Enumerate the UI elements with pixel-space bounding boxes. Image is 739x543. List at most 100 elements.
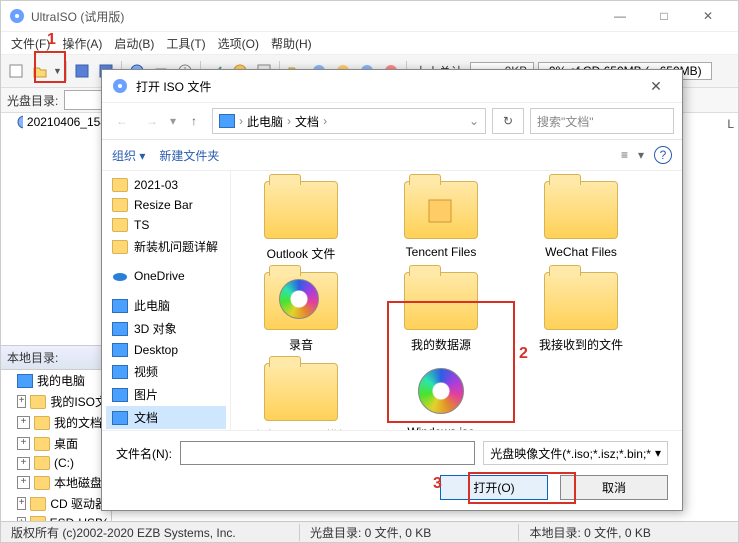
folder-icon [544,272,618,330]
folder-icon [112,218,128,232]
organize-menu[interactable]: 组织 ▾ [112,147,145,164]
menu-tool[interactable]: 工具(T) [162,35,209,52]
disk-dir-label: 光盘目录: [7,92,58,109]
file-filter-dropdown[interactable]: 光盘映像文件(*.iso;*.isz;*.bin;*▾ [483,441,668,465]
side-item[interactable]: 视频 [106,360,226,383]
open-confirm-button[interactable]: 打开(O) [440,475,548,500]
filename-input[interactable] [180,441,475,465]
dialog-close-button[interactable]: ✕ [640,72,672,100]
file-item[interactable]: 自定义 Office 模板 [241,363,361,430]
pc-icon [112,299,128,313]
folder-icon [264,181,338,239]
menu-action[interactable]: 操作(A) [58,35,106,52]
help-button[interactable]: ? [654,146,672,164]
side-item-thispc[interactable]: 此电脑 [106,294,226,317]
top-image-item[interactable]: 20210406_154 [1,113,111,131]
folder-icon [264,363,338,421]
side-item[interactable]: TS [106,215,226,235]
side-item[interactable]: 图片 [106,383,226,406]
side-item[interactable]: 新装机问题详解 [106,235,226,258]
dialog-title: 打开 ISO 文件 [136,78,211,95]
folder-icon [112,240,128,254]
open-dialog: 打开 ISO 文件 ✕ ← → ▾ ↑ › 此电脑 › 文档 › ⌄ ↻ 搜索"… [101,69,683,511]
tree-c[interactable]: +(C:) [1,454,111,472]
nav-up-button[interactable]: ↑ [182,109,206,133]
side-item-documents[interactable]: 文档 [106,406,226,429]
side-item[interactable]: 2021-03 [106,175,226,195]
folder-icon [404,272,478,330]
file-list: Outlook 文件 Tencent Files WeChat Files 录音… [231,171,682,430]
side-item[interactable]: Resize Bar [106,195,226,215]
file-item[interactable]: 录音 [241,272,361,353]
file-item[interactable]: Tencent Files [381,181,501,262]
open-button[interactable] [29,60,51,82]
folder-icon [34,476,50,490]
close-button[interactable]: ✕ [686,2,730,30]
cancel-button[interactable]: 取消 [560,475,668,500]
folder-icon [544,181,618,239]
view-options-button[interactable]: ≡ [621,148,628,162]
cloud-icon [112,270,128,282]
folder-icon [112,198,128,212]
expand-icon[interactable]: + [17,395,26,408]
new-folder-button[interactable]: 新建文件夹 [159,147,219,164]
local-header: 本地目录: [1,345,111,370]
device-icon [112,388,128,402]
right-col-header: L [727,117,734,131]
folder-icon [34,456,50,470]
expand-icon[interactable]: + [17,476,30,489]
file-item[interactable]: 我的数据源 [381,272,501,353]
filename-row: 文件名(N): 光盘映像文件(*.iso;*.isz;*.bin;*▾ [116,441,668,465]
open-dropdown-icon[interactable]: ▼ [53,66,62,76]
tree-myiso[interactable]: +我的ISO文 [1,391,111,412]
annotation-num-1: 1 [47,31,56,49]
breadcrumb-part[interactable]: 此电脑 [247,113,283,130]
folder-icon [404,181,478,239]
app-title: UltraISO (试用版) [31,8,124,25]
expand-icon[interactable]: + [17,416,30,429]
tree-mydocs[interactable]: +我的文档 [1,412,111,433]
nav-history-dropdown[interactable]: ▾ [170,114,176,128]
tree-localdisk[interactable]: +本地磁盘( [1,472,111,493]
chevron-right-icon: › [287,114,291,128]
file-item-windows-iso[interactable]: Windows.iso [381,363,501,430]
annotation-num-2: 2 [519,345,528,363]
new-button[interactable] [5,60,27,82]
side-item[interactable]: 3D 对象 [106,317,226,340]
device-icon [112,322,128,336]
pc-icon [17,374,33,388]
window-buttons: — □ ✕ [598,2,730,30]
status-bar: 版权所有 (c)2002-2020 EZB Systems, Inc. 光盘目录… [1,521,738,542]
side-item-onedrive[interactable]: OneDrive [106,266,226,286]
address-dropdown-icon[interactable]: ⌄ [469,114,479,128]
expand-icon[interactable]: + [17,437,30,450]
menu-option[interactable]: 选项(O) [214,35,263,52]
chevron-down-icon[interactable]: ▾ [638,148,644,162]
file-item[interactable]: WeChat Files [521,181,641,262]
tree-cddrive[interactable]: +CD 驱动器 [1,493,111,514]
tree-mycomputer[interactable]: 我的电脑 [1,370,111,391]
side-item[interactable]: Desktop [106,340,226,360]
disc-icon [418,368,464,414]
menu-help[interactable]: 帮助(H) [267,35,316,52]
expand-icon[interactable]: + [17,497,26,510]
tree-desktop[interactable]: +桌面 [1,433,111,454]
search-input[interactable]: 搜索"文档" [530,108,674,134]
dialog-bottom: 文件名(N): 光盘映像文件(*.iso;*.isz;*.bin;*▾ 打开(O… [102,430,682,510]
minimize-button[interactable]: — [598,2,642,30]
refresh-button[interactable]: ↻ [492,108,524,134]
dialog-toolbar: 组织 ▾ 新建文件夹 ≡ ▾ ? [102,140,682,171]
address-bar[interactable]: › 此电脑 › 文档 › ⌄ [212,108,486,134]
folder-icon [112,178,128,192]
file-item[interactable]: 我接收到的文件 [521,272,641,353]
expand-icon[interactable]: + [17,457,30,470]
file-item[interactable]: Outlook 文件 [241,181,361,262]
maximize-button[interactable]: □ [642,2,686,30]
menubar: 文件(F) 操作(A) 启动(B) 工具(T) 选项(O) 帮助(H) [1,32,738,55]
menu-boot[interactable]: 启动(B) [110,35,158,52]
breadcrumb-part[interactable]: 文档 [295,113,319,130]
device-icon [112,411,128,425]
nav-forward-button[interactable]: → [140,109,164,133]
nav-back-button[interactable]: ← [110,109,134,133]
save-button[interactable] [71,60,93,82]
